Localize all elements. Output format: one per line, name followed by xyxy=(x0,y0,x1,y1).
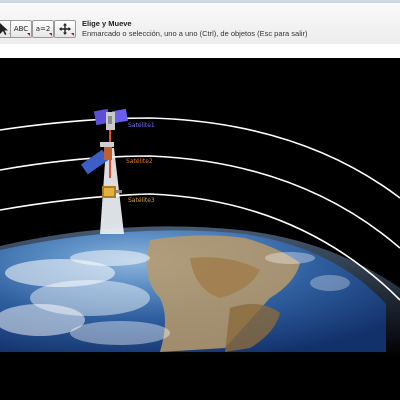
tool-description: Enmarcado o selección, uno a uno (Ctrl),… xyxy=(82,29,308,38)
window-edge xyxy=(0,0,400,3)
graphics-view[interactable]: Satélite1 Satélite2 Satélite3 xyxy=(0,58,400,400)
earth-image xyxy=(0,226,400,358)
satellite-1 xyxy=(93,108,128,130)
satellite-3-label[interactable]: Satélite3 xyxy=(128,197,155,204)
tool-title: Elige y Mueve xyxy=(82,19,132,28)
move-view-tool-button[interactable] xyxy=(54,20,76,38)
slider-icon: a=2 xyxy=(35,25,51,33)
canvas-margin xyxy=(0,44,400,58)
toolbar: ABC a=2 Elige y Mueve Enmarcado o selecc… xyxy=(0,0,400,45)
move-view-icon xyxy=(59,23,71,35)
slider-tool-button[interactable]: a=2 xyxy=(32,20,54,38)
satellite-1-label[interactable]: Satélite1 xyxy=(128,122,155,129)
text-icon: ABC xyxy=(13,25,29,33)
satellite-2-label[interactable]: Satélite2 xyxy=(126,158,153,165)
orbit-1 xyxy=(0,117,400,199)
text-tool-button[interactable]: ABC xyxy=(10,20,32,38)
scene-drawing xyxy=(0,108,400,358)
